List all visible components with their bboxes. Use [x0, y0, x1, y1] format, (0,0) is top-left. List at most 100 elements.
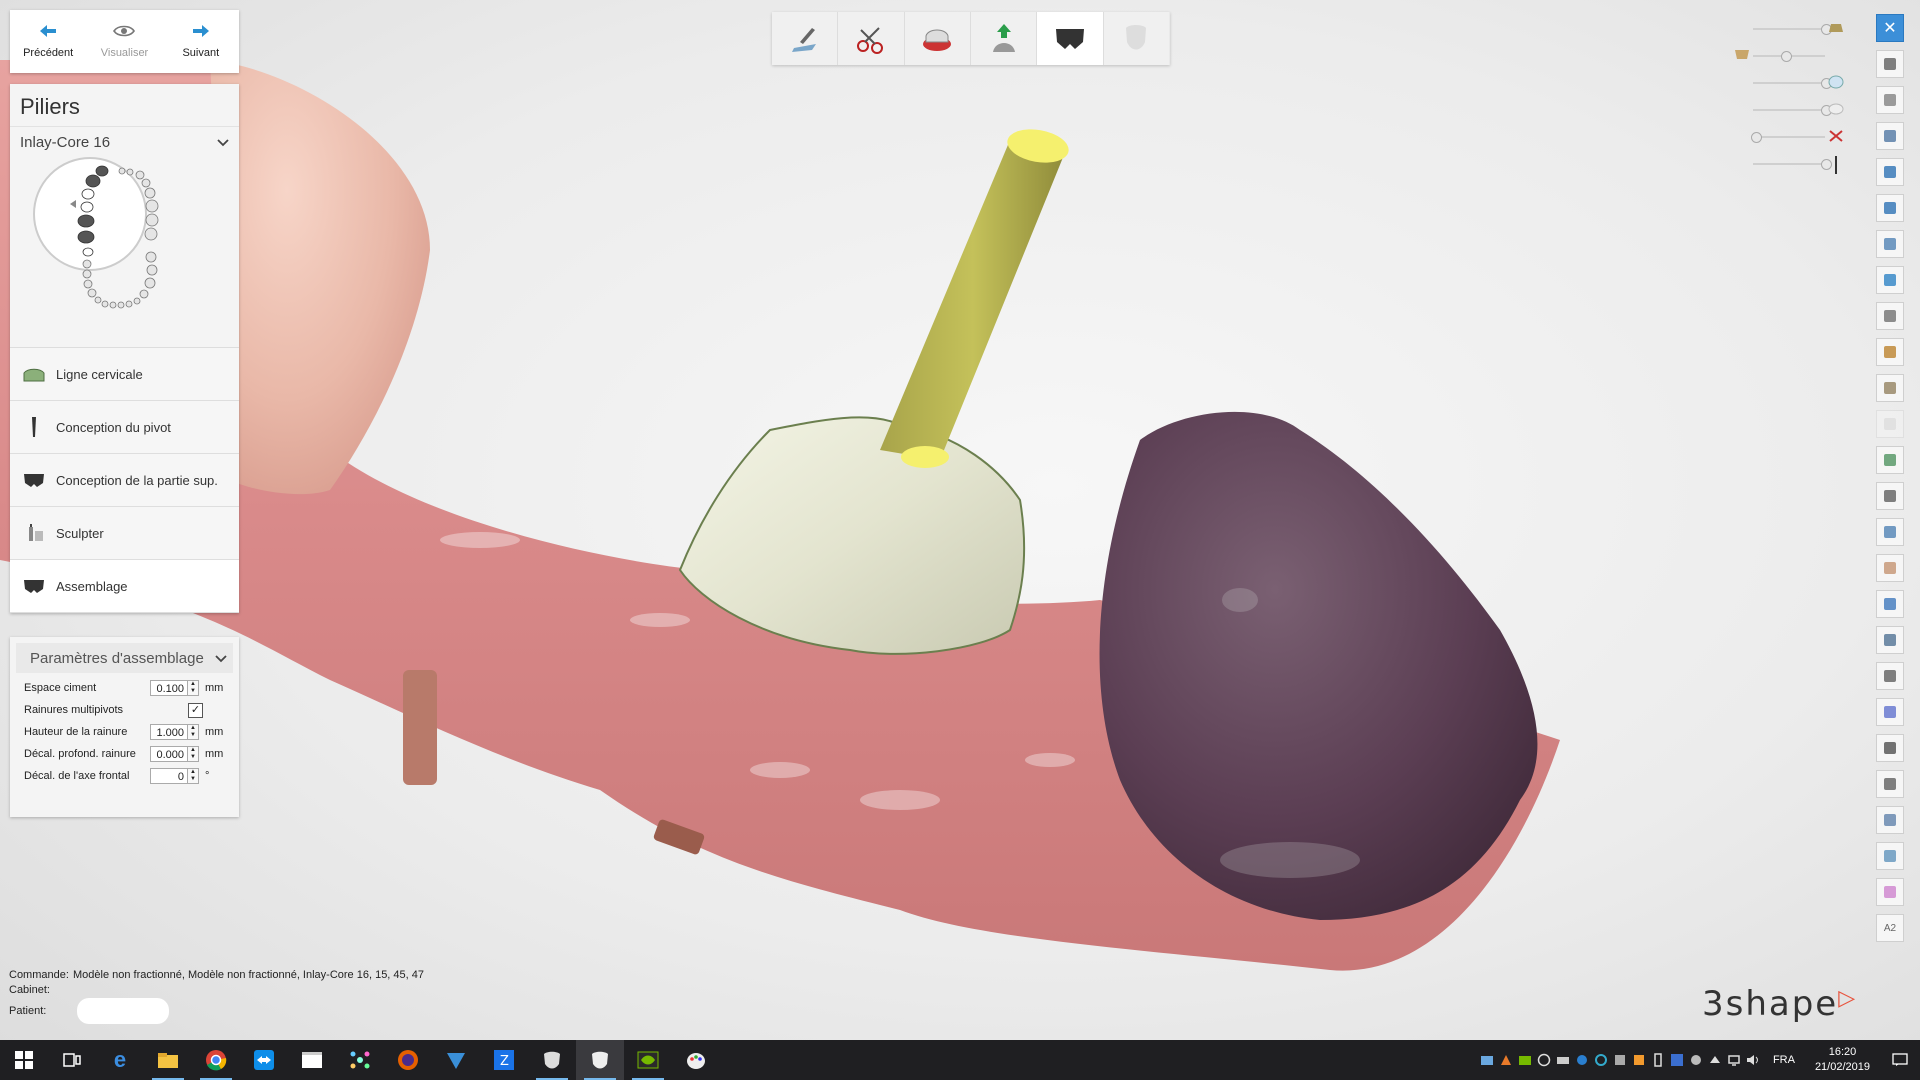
- visibility-slider[interactable]: [1745, 124, 1845, 151]
- visibility-slider[interactable]: [1745, 70, 1845, 97]
- face-photo-icon[interactable]: [1876, 554, 1904, 582]
- system-clock[interactable]: 16:20 21/02/2019: [1815, 1045, 1870, 1075]
- close-icon[interactable]: ✕: [1876, 14, 1904, 42]
- view-button[interactable]: Visualiser: [86, 10, 162, 73]
- sculpt-tool-icon[interactable]: [1876, 338, 1904, 366]
- scan-icon[interactable]: [1876, 842, 1904, 870]
- video-editor-icon[interactable]: [288, 1040, 336, 1080]
- network-icon[interactable]: [1725, 1040, 1744, 1080]
- language-indicator[interactable]: FRA: [1773, 1054, 1795, 1066]
- post-pin: [880, 140, 1066, 460]
- wax-knife-icon[interactable]: [1876, 374, 1904, 402]
- dental-app-icon[interactable]: [528, 1040, 576, 1080]
- clock-time: 16:20: [1828, 1046, 1857, 1058]
- die-icon[interactable]: [905, 12, 971, 65]
- tray-6-icon[interactable]: [1573, 1040, 1592, 1080]
- tray-5-icon[interactable]: [1554, 1040, 1573, 1080]
- tray-8-icon[interactable]: [1611, 1040, 1630, 1080]
- groove-depth-offset-input[interactable]: 0.000: [150, 746, 188, 762]
- spinner-icon[interactable]: ▲ ▼: [188, 768, 199, 784]
- measure-icon[interactable]: [1876, 302, 1904, 330]
- tray-3-icon[interactable]: [1516, 1040, 1535, 1080]
- view-right-icon[interactable]: [1876, 266, 1904, 294]
- shield-icon[interactable]: [1876, 734, 1904, 762]
- step-cervical-line[interactable]: Ligne cervicale: [10, 348, 239, 401]
- visibility-slider[interactable]: [1745, 16, 1845, 43]
- model-tool-icon[interactable]: [1876, 446, 1904, 474]
- tray-1-icon[interactable]: [1478, 1040, 1497, 1080]
- cement-space-input[interactable]: 0.100: [150, 680, 188, 696]
- task-view-icon[interactable]: [48, 1040, 96, 1080]
- spinner-icon[interactable]: ▲ ▼: [188, 746, 199, 762]
- insertion-icon[interactable]: [971, 12, 1038, 65]
- frontal-axis-offset-input[interactable]: 0: [150, 768, 188, 784]
- view-back-icon[interactable]: [1876, 194, 1904, 222]
- edge-icon[interactable]: e: [96, 1040, 144, 1080]
- groove-height-input[interactable]: 1.000: [150, 724, 188, 740]
- tray-11-icon[interactable]: [1668, 1040, 1687, 1080]
- tooth-chart[interactable]: [10, 157, 239, 348]
- spinner-icon[interactable]: ▲ ▼: [188, 680, 199, 696]
- step-post-design[interactable]: Conception du pivot: [10, 401, 239, 454]
- volume-icon[interactable]: [1744, 1040, 1763, 1080]
- dental-app-active-icon[interactable]: [576, 1040, 624, 1080]
- view-front-icon[interactable]: [1876, 158, 1904, 186]
- ruler-icon[interactable]: [1876, 806, 1904, 834]
- params-header[interactable]: Paramètres d'assemblage: [16, 643, 233, 673]
- case-dropdown[interactable]: Inlay-Core 16: [10, 126, 239, 157]
- nvidia-icon[interactable]: [624, 1040, 672, 1080]
- disabled-tool-icon[interactable]: [1876, 410, 1904, 438]
- rotate-view-icon[interactable]: [1876, 86, 1904, 114]
- view-left-icon[interactable]: [1876, 230, 1904, 258]
- cut-tool-icon[interactable]: [838, 12, 905, 65]
- slider-knob[interactable]: [1781, 51, 1792, 62]
- vpn-icon[interactable]: [432, 1040, 480, 1080]
- teamviewer-icon[interactable]: [240, 1040, 288, 1080]
- windows-start-icon[interactable]: [0, 1040, 48, 1080]
- firefox-icon[interactable]: [384, 1040, 432, 1080]
- step-label: Assemblage: [56, 578, 128, 594]
- color-tool-icon[interactable]: [1876, 698, 1904, 726]
- tray-7-icon[interactable]: [1592, 1040, 1611, 1080]
- step-core-design[interactable]: Conception de la partie sup.: [10, 454, 239, 507]
- param-unit: mm: [205, 748, 224, 760]
- spinner-icon[interactable]: ▲ ▼: [188, 724, 199, 740]
- core-design-icon[interactable]: [1037, 12, 1104, 65]
- tray-12-icon[interactable]: [1687, 1040, 1706, 1080]
- network-app-icon[interactable]: [336, 1040, 384, 1080]
- education-icon[interactable]: [1876, 122, 1904, 150]
- core-icon: [20, 471, 48, 489]
- file-explorer-icon[interactable]: [144, 1040, 192, 1080]
- next-button[interactable]: Suivant: [163, 10, 239, 73]
- chrome-icon[interactable]: [192, 1040, 240, 1080]
- warning-icon[interactable]: [1876, 590, 1904, 618]
- axis-icon[interactable]: [1876, 770, 1904, 798]
- tray-10-icon[interactable]: [1649, 1040, 1668, 1080]
- visibility-slider[interactable]: [1735, 43, 1845, 70]
- tray-4-icon[interactable]: [1535, 1040, 1554, 1080]
- previous-button[interactable]: Précédent: [10, 10, 86, 73]
- tray-13-icon[interactable]: [1706, 1040, 1725, 1080]
- paint-icon[interactable]: [672, 1040, 720, 1080]
- visibility-slider[interactable]: [1745, 97, 1845, 124]
- multipost-grooves-checkbox[interactable]: ✓: [188, 702, 203, 718]
- shade-label[interactable]: A2: [1876, 914, 1904, 942]
- notification-icon[interactable]: [1880, 1040, 1920, 1080]
- visibility-slider[interactable]: [1745, 151, 1845, 178]
- slider-knob[interactable]: [1751, 132, 1762, 143]
- 3d-scene[interactable]: [0, 0, 1920, 1040]
- step-assembly[interactable]: Assemblage: [10, 560, 239, 613]
- section-icon[interactable]: [1876, 482, 1904, 510]
- step-sculpt[interactable]: Sculpter: [10, 507, 239, 560]
- tray-2-icon[interactable]: [1497, 1040, 1516, 1080]
- tray-9-icon[interactable]: [1630, 1040, 1649, 1080]
- screen-icon[interactable]: [1876, 626, 1904, 654]
- cylinder-icon[interactable]: [1876, 518, 1904, 546]
- crown-icon[interactable]: [1104, 12, 1170, 65]
- camera-icon[interactable]: [1876, 662, 1904, 690]
- color-wheel-icon[interactable]: [1876, 878, 1904, 906]
- 3d-viewport[interactable]: [0, 0, 1920, 1040]
- fit-view-icon[interactable]: [1876, 50, 1904, 78]
- prep-scan-icon[interactable]: [772, 12, 839, 65]
- zoom-icon[interactable]: Z: [480, 1040, 528, 1080]
